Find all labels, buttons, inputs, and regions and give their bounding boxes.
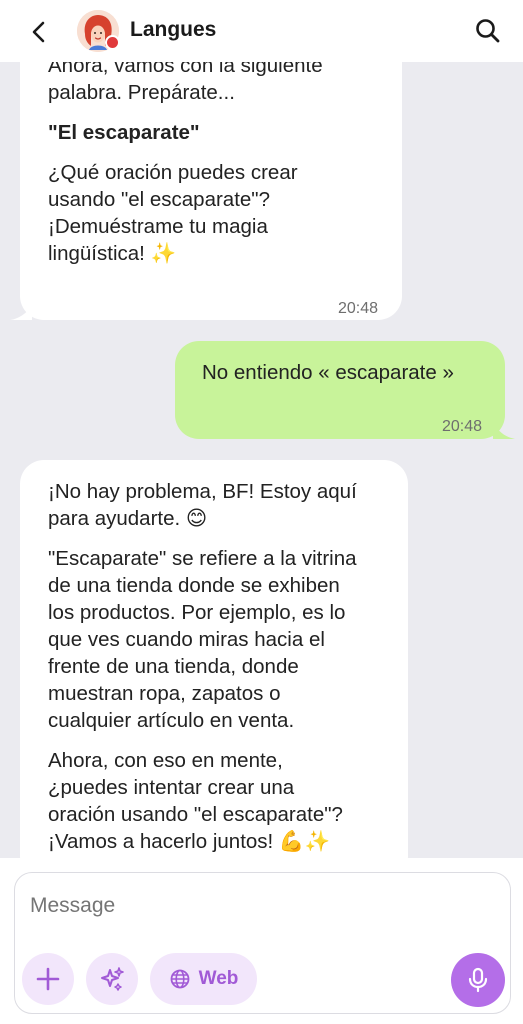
message-text: Ahora, con eso en mente, xyxy=(48,749,283,772)
message-text: muestran ropa, zapatos o xyxy=(48,682,281,705)
status-dot xyxy=(105,35,120,50)
message-composer: Web xyxy=(0,858,523,1024)
message-text: que ves cuando miras hacia el xyxy=(48,628,325,651)
message-text: frente de una tienda, donde xyxy=(48,655,299,678)
ai-assist-button[interactable] xyxy=(86,953,138,1005)
plus-icon xyxy=(36,967,60,991)
incoming-message: ¡No hay problema, BF! Estoy aquí para ay… xyxy=(20,460,408,880)
bubble-tail xyxy=(493,421,515,439)
vocabulary-word: "El escaparate" xyxy=(48,121,200,144)
message-text: de una tienda donde se exhiben xyxy=(48,574,340,597)
message-text: "Escaparate" se refiere a la vitrina xyxy=(48,547,357,570)
globe-icon xyxy=(170,969,190,989)
chat-thread: Ahora, vamos con la siguiente palabra. P… xyxy=(0,0,523,880)
message-text: ¿puedes intentar crear una xyxy=(48,776,295,799)
microphone-icon xyxy=(468,967,488,993)
message-text: los productos. Por ejemplo, es lo xyxy=(48,601,346,624)
add-button[interactable] xyxy=(22,953,74,1005)
message-text: palabra. Prepárate... xyxy=(48,81,235,104)
message-text: ¡Demuéstrame tu magia xyxy=(48,215,268,238)
message-text: oración usando "el escaparate"? xyxy=(48,803,343,826)
outgoing-message: No entiendo « escaparate » 20:48 xyxy=(175,341,515,439)
chevron-left-icon xyxy=(32,21,45,43)
message-text: No entiendo « escaparate » xyxy=(202,361,454,384)
message-text: ¡No hay problema, BF! Estoy aquí xyxy=(48,480,357,503)
message-time: 20:48 xyxy=(338,300,379,317)
chat-title: Langues xyxy=(130,18,217,41)
search-icon xyxy=(476,19,500,43)
message-text: ¡Vamos a hacerlo juntos! 💪✨ xyxy=(48,830,330,853)
web-label: Web xyxy=(198,968,239,989)
bubble-tail xyxy=(10,306,32,320)
search-button[interactable] xyxy=(473,16,503,46)
message-text: cualquier artículo en venta. xyxy=(48,709,295,732)
message-text: lingüística! ✨ xyxy=(48,242,177,265)
sparkles-icon xyxy=(101,967,124,991)
back-button[interactable] xyxy=(24,17,54,47)
microphone-button[interactable] xyxy=(451,953,505,1007)
message-text: para ayudarte. 😊 xyxy=(48,507,208,530)
message-input[interactable] xyxy=(30,894,450,918)
message-time: 20:48 xyxy=(442,418,483,435)
avatar[interactable] xyxy=(77,10,120,52)
message-text: ¿Qué oración puedes crear xyxy=(48,161,298,184)
web-search-toggle[interactable]: Web xyxy=(150,953,257,1005)
chat-header: Langues xyxy=(0,0,523,62)
message-text: usando "el escaparate"? xyxy=(48,188,270,211)
